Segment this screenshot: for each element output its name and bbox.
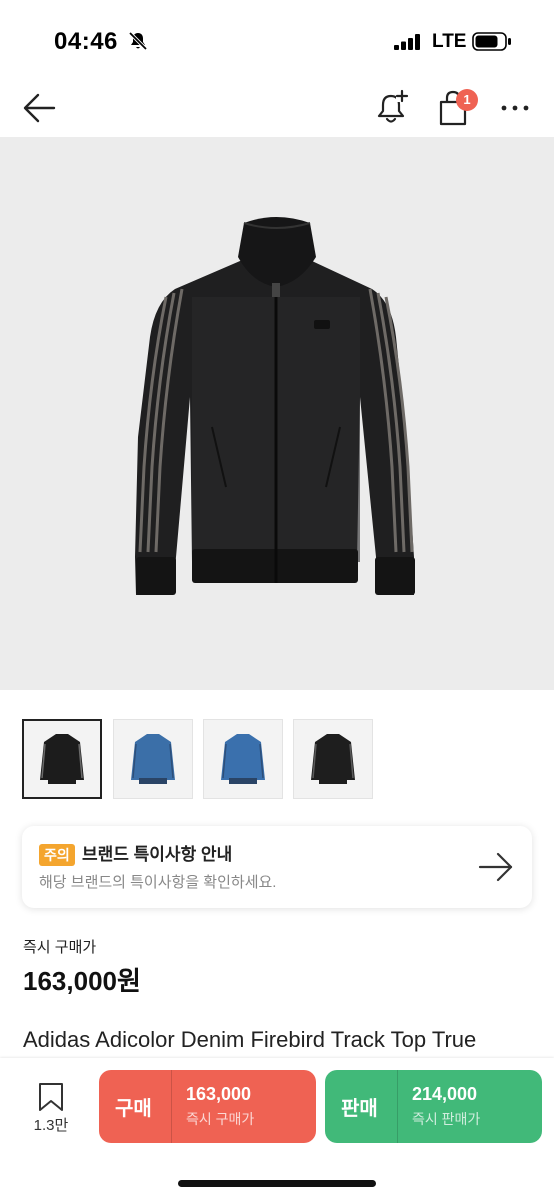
home-indicator[interactable]	[178, 1180, 376, 1187]
sell-label: 판매	[341, 1098, 378, 1120]
brand-notice-card[interactable]: 주의 브랜드 특이사항 안내 해당 브랜드의 특이사항을 확인하세요.	[22, 826, 532, 908]
status-time: 04:46	[54, 28, 118, 55]
network-type: LTE	[432, 31, 467, 52]
buy-price: 163,000	[186, 1084, 252, 1104]
sell-price-caption: 즉시 판매가	[412, 1111, 481, 1127]
back-arrow-icon[interactable]	[20, 90, 60, 126]
sell-button[interactable]: 판매 214,000 즉시 판매가	[325, 1070, 542, 1143]
thumbnail-strip	[22, 719, 542, 799]
buy-label: 구매	[115, 1098, 152, 1120]
wishlist-count: 1.3만	[33, 1117, 69, 1134]
product-image[interactable]	[0, 137, 554, 690]
thumbnail-2[interactable]	[113, 719, 193, 799]
price-label: 즉시 구매가	[23, 939, 97, 956]
jacket-thumbnail	[221, 734, 265, 784]
battery-icon	[472, 32, 511, 51]
buy-button[interactable]: 구매 163,000 즉시 구매가	[99, 1070, 316, 1143]
jacket-thumbnail	[40, 734, 84, 784]
bottom-action-bar: 1.3만 구매 163,000 즉시 구매가 판매 214,000 즉시 판매가	[0, 1058, 554, 1200]
status-bar: 04:46 LTE	[0, 0, 554, 80]
bookmark-icon	[39, 1083, 63, 1111]
buy-price-caption: 즉시 구매가	[186, 1111, 255, 1127]
thumbnail-1[interactable]	[22, 719, 102, 799]
jacket-thumbnail	[131, 734, 175, 784]
notice-title: 브랜드 특이사항 안내	[82, 845, 233, 864]
price-value: 163,000원	[23, 966, 141, 996]
notice-tag: 주의	[39, 844, 75, 866]
jacket-illustration	[135, 217, 415, 595]
product-title: Adidas Adicolor Denim Firebird Track Top…	[23, 1027, 477, 1052]
jacket-thumbnail	[311, 734, 355, 784]
sell-divider	[397, 1070, 398, 1143]
arrow-right-icon	[478, 852, 513, 882]
signal-icon	[394, 34, 420, 50]
cart-count-badge: 1	[456, 89, 478, 111]
bell-plus-icon[interactable]	[372, 88, 410, 128]
thumbnail-4[interactable]	[293, 719, 373, 799]
bell-slash-icon	[128, 31, 148, 51]
more-icon[interactable]	[496, 94, 536, 122]
sell-price: 214,000	[412, 1084, 478, 1104]
notice-description: 해당 브랜드의 특이사항을 확인하세요.	[39, 874, 277, 891]
buy-divider	[171, 1070, 172, 1143]
wishlist-button[interactable]: 1.3만	[26, 1080, 76, 1140]
thumbnail-3[interactable]	[203, 719, 283, 799]
